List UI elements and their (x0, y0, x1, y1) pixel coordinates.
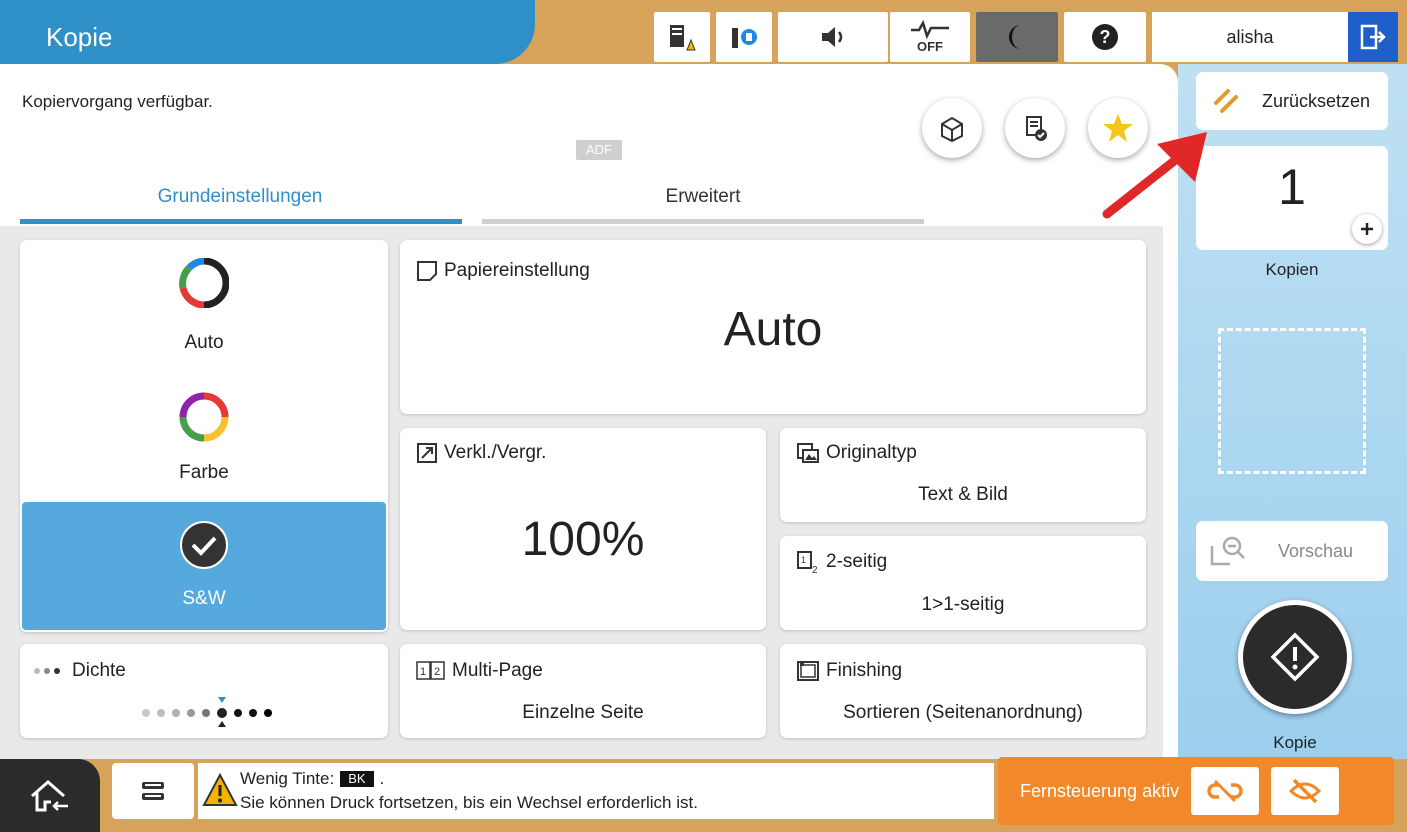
density-dots-icon (34, 668, 60, 674)
color-wheel-icon (179, 392, 229, 442)
duplex-title: 2-seitig (826, 551, 888, 572)
page-title: Kopie (0, 0, 535, 64)
density-slider[interactable] (138, 694, 278, 728)
job-status-button[interactable] (112, 763, 194, 819)
finishing-icon (797, 661, 819, 681)
svg-text:1: 1 (420, 666, 426, 678)
job-list-icon (142, 782, 164, 800)
reset-icon (1214, 89, 1238, 113)
home-button[interactable] (0, 759, 100, 832)
copies-label: Kopien (1265, 260, 1319, 279)
multipage-card[interactable]: 12 Multi-Page Einzelne Seite (400, 644, 766, 738)
color-mode-bw[interactable]: S&W (22, 502, 386, 630)
tab-basic-indicator (20, 219, 462, 224)
tab-basic[interactable]: Grundeinstellungen (20, 186, 460, 208)
multipage-icon: 12 (416, 661, 445, 680)
svg-text:OFF: OFF (917, 39, 943, 54)
logout-button[interactable] (1348, 12, 1398, 62)
red-arrow-annotation (1102, 132, 1207, 219)
preview-button[interactable]: Vorschau (1196, 521, 1388, 581)
ink-badge-bk: BK (340, 771, 374, 787)
density-title: Dichte (72, 660, 126, 681)
preview-area (1218, 328, 1366, 474)
original-orientation-button[interactable] (922, 98, 982, 158)
svg-text:2: 2 (812, 565, 818, 574)
bw-label: S&W (182, 588, 226, 609)
zoom-value: 100% (521, 513, 645, 566)
box-icon (941, 116, 963, 143)
color-mode-auto[interactable]: Auto (22, 258, 386, 378)
svg-text:?: ? (1100, 27, 1111, 47)
start-copy-button[interactable] (1238, 600, 1352, 714)
duplex-card[interactable]: 12 2-seitig 1>1-seitig (780, 536, 1146, 630)
duplex-icon: 12 (797, 551, 818, 574)
paper-title: Papiereinstellung (444, 260, 590, 281)
ink-warning-period: . (379, 769, 385, 788)
auto-label: Auto (184, 332, 224, 353)
svg-text:1: 1 (801, 555, 806, 565)
paper-setting-card[interactable]: Papiereinstellung Auto (400, 240, 1146, 414)
start-label: Kopie (1273, 733, 1317, 752)
document-check-icon (1026, 116, 1047, 141)
finishing-title: Finishing (826, 660, 903, 681)
sound-icon[interactable] (778, 12, 888, 62)
finishing-value: Sortieren (Seitenanordnung) (843, 702, 1083, 723)
paper-value: Auto (723, 303, 823, 356)
network-status-icon[interactable] (716, 12, 772, 62)
svg-text:2: 2 (434, 666, 440, 678)
plus-icon (1361, 223, 1373, 235)
eco-off-icon[interactable]: OFF (890, 12, 970, 62)
remote-disconnect-button[interactable] (1191, 767, 1260, 815)
zoom-icon (417, 443, 437, 463)
color-mode-color[interactable]: Farbe (22, 392, 386, 502)
finishing-card[interactable]: Finishing Sortieren (Seitenanordnung) (780, 644, 1146, 738)
help-icon[interactable]: ? (1064, 12, 1146, 62)
preview-label: Vorschau (1278, 540, 1354, 561)
remote-control-banner: Fernsteuerung aktiv (998, 757, 1394, 825)
start-diamond-icon (1270, 632, 1320, 682)
link-off-icon (1207, 779, 1243, 803)
remote-label: Fernsteuerung aktiv (1020, 780, 1180, 801)
preset-button[interactable] (1005, 98, 1065, 158)
image-text-icon (797, 443, 819, 463)
reset-label: Zurücksetzen (1262, 90, 1371, 111)
user-name-text: alisha (1226, 26, 1274, 47)
status-message: Kopiervorgang verfügbar. (22, 92, 213, 111)
warning-icon (202, 773, 238, 806)
auto-color-icon (179, 258, 229, 308)
page-title-text: Kopie (46, 22, 113, 52)
sleep-moon-icon[interactable] (976, 12, 1058, 62)
multipage-value: Einzelne Seite (522, 702, 644, 723)
logout-icon (1360, 24, 1386, 50)
multipage-title: Multi-Page (452, 660, 543, 681)
adf-badge: ADF (576, 140, 622, 160)
preview-magnifier-icon (1210, 536, 1245, 566)
zoom-title: Verkl./Vergr. (444, 442, 547, 463)
ink-warning-message[interactable]: Wenig Tinte: BK . Sie können Druck forts… (198, 763, 994, 819)
color-label: Farbe (179, 462, 229, 483)
tab-advanced-indicator (482, 219, 924, 224)
eye-off-icon (1288, 778, 1322, 804)
density-card[interactable]: Dichte (20, 644, 388, 738)
original-type-card[interactable]: Originaltyp Text & Bild (780, 428, 1146, 522)
tab-advanced[interactable]: Erweitert (482, 186, 924, 208)
paper-icon (417, 261, 437, 281)
ink-warning-line2: Sie können Druck fortsetzen, bis ein Wec… (240, 793, 698, 812)
checkmark-icon (180, 521, 228, 569)
user-name-field[interactable]: alisha (1152, 12, 1348, 62)
copies-plus-button[interactable] (1352, 214, 1382, 244)
ink-warning-line1: Wenig Tinte: (240, 769, 335, 788)
duplex-value: 1>1-seitig (921, 594, 1005, 615)
printer-status-icon[interactable] (654, 12, 710, 62)
original-type-value: Text & Bild (918, 484, 1008, 505)
remote-view-off-button[interactable] (1271, 767, 1340, 815)
home-icon (31, 779, 68, 811)
zoom-card[interactable]: Verkl./Vergr. 100% (400, 428, 766, 630)
original-type-title: Originaltyp (826, 442, 917, 463)
